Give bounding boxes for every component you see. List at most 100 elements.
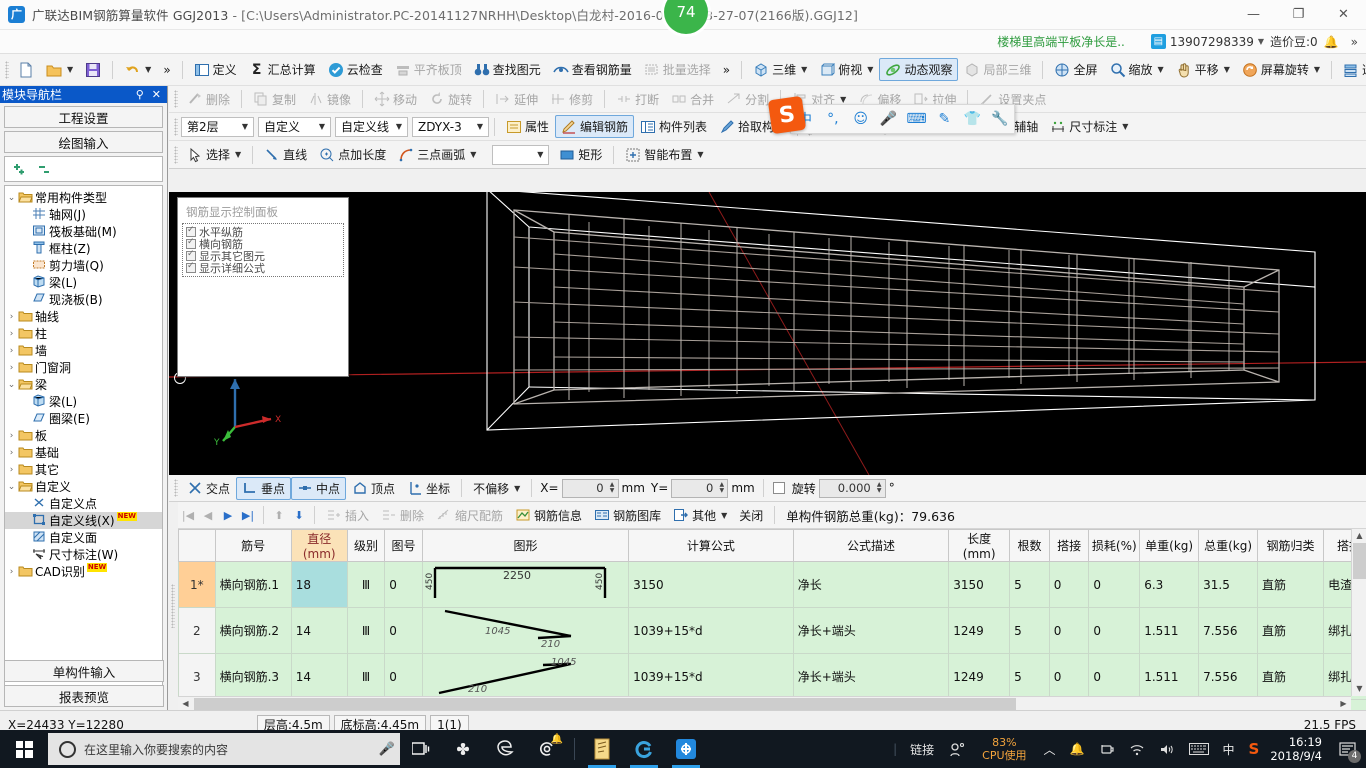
cell-shape[interactable]: 1045 210 bbox=[421, 607, 630, 654]
expand-all-icon[interactable] bbox=[11, 161, 27, 177]
toolbar-grip[interactable] bbox=[174, 117, 178, 136]
cell-figno[interactable]: 0 bbox=[384, 653, 423, 700]
tree-expander-icon[interactable]: › bbox=[5, 312, 18, 322]
close-icon[interactable]: ✕ bbox=[148, 88, 165, 101]
top-view-button[interactable]: 俯视 ▼ bbox=[813, 58, 879, 81]
single-member-input-button[interactable]: 单构件输入 bbox=[4, 660, 164, 682]
toolbar-grip[interactable] bbox=[174, 479, 178, 497]
tree-item[interactable]: 自定义点 bbox=[5, 495, 162, 512]
tree-item[interactable]: › CAD识别 NEW bbox=[5, 563, 162, 580]
tree-item[interactable]: › 柱 bbox=[5, 325, 162, 342]
dimension-button[interactable]: 尺寸标注 ▼ bbox=[1044, 115, 1134, 138]
tree-item[interactable]: › 门窗洞 bbox=[5, 359, 162, 376]
open-file-button[interactable]: ▼ bbox=[40, 58, 79, 81]
grid-header-shape[interactable]: 图形 bbox=[421, 529, 630, 562]
delete-button[interactable]: 删除 bbox=[181, 88, 236, 111]
summary-calc-button[interactable]: Σ 汇总计算 bbox=[243, 58, 322, 81]
tree-item[interactable]: 剪力墙(Q) bbox=[5, 257, 162, 274]
tree-item[interactable]: 尺寸标注(W) bbox=[5, 546, 162, 563]
account-overflow-icon[interactable]: » bbox=[1351, 35, 1358, 49]
split-button[interactable]: 分割 bbox=[720, 88, 775, 111]
rotate-button[interactable]: 旋转 bbox=[423, 88, 478, 111]
tree-expander-icon[interactable]: › bbox=[5, 363, 18, 373]
member-list-button[interactable]: 构件列表 bbox=[634, 115, 713, 138]
cell-class[interactable]: 直筋 bbox=[1257, 607, 1325, 654]
rotate-spinner[interactable]: 0.000 ▲ ▼ bbox=[818, 478, 886, 498]
taskbar-search-box[interactable]: 在这里输入你要搜索的内容 🎤 bbox=[48, 733, 400, 765]
save-button[interactable] bbox=[79, 58, 107, 81]
promo-link[interactable]: 楼梯里高端平板净长是.. bbox=[997, 33, 1125, 50]
chevron-down-icon[interactable]: ▼ bbox=[474, 122, 486, 131]
properties-button[interactable]: 属性 bbox=[500, 115, 555, 138]
tree-item[interactable]: › 基础 bbox=[5, 444, 162, 461]
grid-header-figno[interactable]: 图号 bbox=[384, 529, 423, 562]
ime-item-3[interactable]: 🎤 bbox=[875, 111, 903, 127]
screen-rotate-button[interactable]: 屏幕旋转 ▼ bbox=[1236, 58, 1326, 81]
tree-item[interactable]: 梁(L) bbox=[5, 393, 162, 410]
snap-intersection-button[interactable]: 交点 bbox=[181, 477, 236, 500]
rebar-display-panel[interactable]: 钢筋显示控制面板 水平纵筋横向钢筋显示其它图元显示详细公式 bbox=[177, 197, 349, 377]
prev-record-icon[interactable]: ◀ bbox=[198, 509, 218, 522]
cell-totalweight[interactable]: 7.556 bbox=[1198, 607, 1259, 654]
cloud-check-button[interactable]: 云检查 bbox=[322, 58, 389, 81]
checkbox-icon[interactable] bbox=[186, 249, 196, 261]
chevron-down-icon[interactable]: ▼ bbox=[840, 95, 846, 104]
rotate-checkbox[interactable] bbox=[772, 482, 785, 494]
merge-button[interactable]: 合并 bbox=[665, 88, 720, 111]
cell-name[interactable]: 横向钢筋.1 bbox=[214, 561, 292, 608]
cell-loss[interactable]: 0 bbox=[1088, 653, 1141, 700]
chevron-down-icon[interactable]: ▼ bbox=[67, 65, 73, 74]
cortana-app-button[interactable]: 🔔 bbox=[526, 730, 568, 768]
local-3d-button[interactable]: 局部三维 bbox=[958, 58, 1037, 81]
cell-name[interactable]: 横向钢筋.2 bbox=[214, 607, 292, 654]
spinner-arrows-icon[interactable]: ▲ ▼ bbox=[874, 482, 885, 494]
table-row[interactable]: 3 横向钢筋.3 14 Ⅲ 0 1045 210 1039+15*d 净长+端头 1249 5 0 0 1… bbox=[178, 653, 1366, 700]
tree-item[interactable]: › 轴线 bbox=[5, 308, 162, 325]
cell-totalweight[interactable]: 7.556 bbox=[1198, 653, 1259, 700]
tree-item[interactable]: 圈梁(E) bbox=[5, 410, 162, 427]
last-record-icon[interactable]: ▶| bbox=[238, 509, 258, 522]
delete-row-button[interactable]: 删除 bbox=[375, 504, 430, 527]
view-rebar-qty-button[interactable]: 查看钢筋量 bbox=[547, 58, 638, 81]
cell-diameter[interactable]: 14 bbox=[290, 607, 348, 654]
first-record-icon[interactable]: |◀ bbox=[178, 509, 198, 522]
cell-grade[interactable]: Ⅲ bbox=[346, 653, 386, 700]
beans-label[interactable]: 造价豆:0 bbox=[1270, 33, 1318, 50]
link-label[interactable]: 链接 bbox=[903, 741, 941, 758]
chevron-down-icon[interactable]: ▼ bbox=[145, 65, 151, 74]
tree-item[interactable]: › 其它 bbox=[5, 461, 162, 478]
rebar-panel-options[interactable]: 水平纵筋横向钢筋显示其它图元显示详细公式 bbox=[182, 223, 344, 277]
toolbar-grip[interactable] bbox=[174, 145, 178, 164]
grid-header-totalweight[interactable]: 总重(kg) bbox=[1198, 529, 1259, 562]
grid-horizontal-scrollbar[interactable]: ◀ ▶ bbox=[178, 696, 1351, 710]
scale-rebar-button[interactable]: 缩尺配筋 bbox=[430, 504, 509, 527]
ime-item-2[interactable]: ☺ bbox=[847, 111, 875, 127]
find-element-button[interactable]: 查找图元 bbox=[468, 58, 547, 81]
cell-totalweight[interactable]: 31.5 bbox=[1198, 561, 1259, 608]
edge-browser-button[interactable] bbox=[484, 730, 526, 768]
chevron-down-icon[interactable]: ▼ bbox=[1158, 65, 1164, 74]
snap-midpoint-button[interactable]: 中点 bbox=[291, 476, 347, 500]
tree-expander-icon[interactable]: ⌄ bbox=[5, 193, 18, 203]
cell-class[interactable]: 直筋 bbox=[1257, 561, 1325, 608]
chevron-down-icon[interactable]: ▼ bbox=[1224, 65, 1230, 74]
notification-center-button[interactable]: 4 bbox=[1330, 730, 1364, 768]
snap-vertex-button[interactable]: 顶点 bbox=[346, 477, 401, 500]
cell-lap[interactable]: 0 bbox=[1048, 607, 1090, 654]
tree-expander-icon[interactable]: ⌄ bbox=[5, 380, 18, 390]
rebar-grid[interactable]: 筋号 直径(mm) 级别 图号 图形 计算公式 公式描述 长度(mm) 根数 搭接 损耗(%) 单重(… bbox=[178, 529, 1366, 710]
chevron-down-icon[interactable]: ▼ bbox=[534, 150, 546, 159]
tree-expander-icon[interactable]: › bbox=[5, 431, 18, 441]
cell-unitweight[interactable]: 1.511 bbox=[1139, 607, 1200, 654]
plug-icon[interactable] bbox=[1092, 743, 1122, 756]
grid-header-lap[interactable]: 搭接 bbox=[1048, 529, 1090, 562]
type-combo[interactable]: 自定义线 ▼ bbox=[335, 116, 408, 137]
category-combo[interactable]: 自定义 ▼ bbox=[258, 116, 331, 137]
y-offset-spinner[interactable]: 0 ▲ ▼ bbox=[671, 478, 729, 498]
tree-item[interactable]: 自定义面 bbox=[5, 529, 162, 546]
grid-header-loss[interactable]: 损耗(%) bbox=[1088, 529, 1141, 562]
move-up-icon[interactable]: ⬆ bbox=[269, 509, 289, 522]
close-grid-button[interactable]: 关闭 bbox=[733, 504, 769, 527]
taskbar-clock[interactable]: 16:19 2018/9/4 bbox=[1266, 735, 1330, 763]
chevron-down-icon[interactable]: ▼ bbox=[867, 65, 873, 74]
